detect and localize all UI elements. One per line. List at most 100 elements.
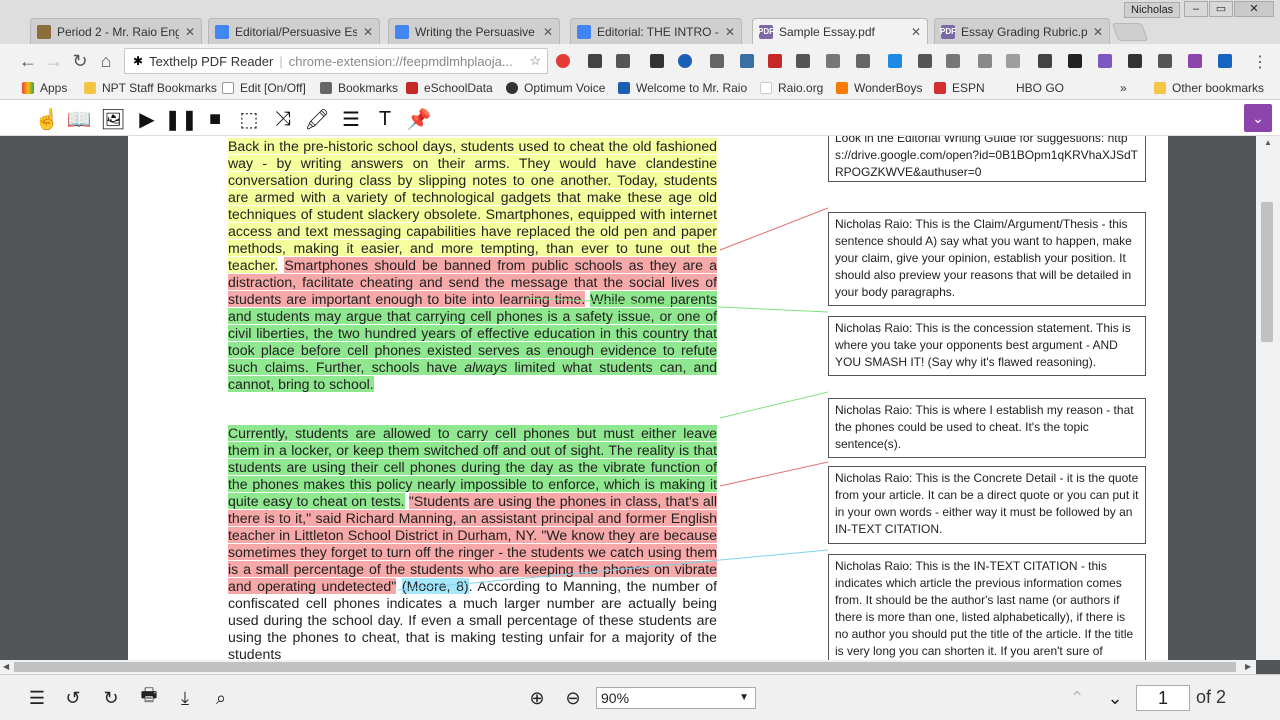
extension-icon[interactable] — [918, 54, 932, 68]
extension-icon[interactable] — [1188, 54, 1202, 68]
bookmark-edit[interactable]: Edit [On/Off] — [222, 81, 306, 95]
comment-topic-sentence[interactable]: Nicholas Raio: This is where I establish… — [828, 398, 1146, 458]
extension-icon[interactable] — [946, 54, 960, 68]
back-button[interactable]: ← — [18, 52, 38, 72]
stop-icon[interactable]: ■ — [204, 108, 226, 130]
home-button[interactable]: ⌂ — [96, 52, 116, 72]
download-icon[interactable]: ⤓ — [174, 687, 196, 709]
comment-concession[interactable]: Nicholas Raio: This is the concession st… — [828, 316, 1146, 376]
outline-icon[interactable]: ☰ — [26, 687, 48, 709]
play-icon[interactable]: ▶ — [136, 108, 158, 131]
address-bar[interactable]: ✱ Texthelp PDF Reader | chrome-extension… — [124, 48, 548, 74]
pdf-viewer[interactable]: Back in the pre-historic school days, st… — [0, 136, 1256, 660]
bookmark-apps[interactable]: Apps — [22, 81, 67, 95]
tab-editorial-intro[interactable]: Editorial: THE INTRO - Go ✕ — [570, 18, 742, 44]
menu-icon[interactable]: ⋮ — [1252, 52, 1268, 72]
picture-dictionary-icon[interactable]: 🖼 — [100, 108, 125, 131]
esd-icon — [406, 82, 418, 94]
rocket-extension-icon[interactable] — [616, 54, 630, 68]
k-extension-icon[interactable] — [678, 54, 692, 68]
bookmark-hbo-go[interactable]: HBO GO — [1016, 81, 1064, 95]
zoom-select[interactable]: 90% ▼ — [596, 687, 756, 709]
extension-icon[interactable] — [1158, 54, 1172, 68]
highlighter-icon[interactable]: 🖍 — [304, 108, 329, 131]
bookmark-optimum-voice[interactable]: Optimum Voice — [506, 81, 605, 95]
comment-citation[interactable]: Nicholas Raio: This is the IN-TEXT CITAT… — [828, 554, 1146, 660]
previous-page-icon[interactable]: ⌃ — [1066, 687, 1088, 709]
minimize-button[interactable]: – — [1184, 1, 1208, 17]
close-icon[interactable]: ✕ — [543, 25, 553, 39]
tab-period-2[interactable]: Period 2 - Mr. Raio English ✕ — [30, 18, 202, 44]
extension-icon[interactable] — [1128, 54, 1142, 68]
extension-icon[interactable] — [1218, 54, 1232, 68]
horizontal-scroll-thumb[interactable] — [14, 662, 1236, 672]
bookmark-espn[interactable]: ESPN — [934, 81, 985, 95]
extension-icon[interactable] — [650, 54, 664, 68]
opera-extension-icon[interactable] — [556, 54, 570, 68]
bookmark-eschooldata[interactable]: eSchoolData — [406, 81, 493, 95]
rotate-left-icon[interactable]: ↺ — [62, 687, 84, 709]
zoom-in-icon[interactable]: ⊕ — [526, 687, 548, 709]
dictionary-icon[interactable]: 📖 — [67, 108, 92, 131]
scroll-right-icon[interactable]: ▶ — [1245, 662, 1251, 671]
hover-speech-icon[interactable]: ☝ — [35, 108, 60, 131]
comment-guide[interactable]: Look in the Editorial Writing Guide for … — [828, 136, 1146, 182]
close-icon[interactable]: ✕ — [363, 25, 373, 39]
extension-icon[interactable] — [1038, 54, 1052, 68]
extension-icon[interactable] — [796, 54, 810, 68]
page-number-input[interactable]: 1 — [1136, 685, 1190, 711]
rotate-right-icon[interactable]: ↻ — [100, 687, 122, 709]
bookmark-welcome-raio[interactable]: Welcome to Mr. Raio — [618, 81, 747, 95]
extension-icon[interactable] — [710, 54, 724, 68]
profile-button[interactable]: Nicholas — [1124, 2, 1181, 18]
extension-icon[interactable] — [588, 54, 602, 68]
extension-icon[interactable] — [1068, 54, 1082, 68]
comment-thesis[interactable]: Nicholas Raio: This is the Claim/Argumen… — [828, 212, 1146, 306]
star-icon[interactable]: ☆ — [529, 53, 541, 69]
tab-grading-rubric[interactable]: PDF Essay Grading Rubric.pdf ✕ — [934, 18, 1110, 44]
bookmark-other[interactable]: Other bookmarks — [1154, 81, 1264, 95]
horizontal-scrollbar[interactable]: ◀ ▶ — [0, 660, 1256, 674]
bookmark-raio-org[interactable]: Raio.org — [760, 81, 823, 95]
scroll-up-icon[interactable]: ▲ — [1264, 138, 1272, 147]
extension-icon[interactable] — [740, 54, 754, 68]
next-page-icon[interactable]: ⌄ — [1104, 687, 1126, 709]
close-icon[interactable]: ✕ — [725, 25, 735, 39]
extension-icon[interactable] — [856, 54, 870, 68]
tab-editorial-persuasive[interactable]: Editorial/Persuasive Essay ✕ — [208, 18, 380, 44]
text-icon[interactable]: T — [374, 108, 396, 130]
tab-sample-essay[interactable]: PDF Sample Essay.pdf ✕ — [752, 18, 928, 44]
pin-icon[interactable]: 📌 — [407, 108, 432, 131]
zoom-out-icon[interactable]: ⊖ — [562, 687, 584, 709]
camera-extension-icon[interactable] — [978, 54, 992, 68]
forward-button[interactable]: → — [44, 52, 64, 72]
bookmark-wonderboys[interactable]: WonderBoys — [836, 81, 922, 95]
extension-icon[interactable] — [888, 54, 902, 68]
close-icon[interactable]: ✕ — [1093, 25, 1103, 39]
close-icon[interactable]: ✕ — [185, 25, 195, 39]
bookmark-bookmarks[interactable]: Bookmarks — [320, 81, 398, 95]
extension-icon[interactable] — [768, 54, 782, 68]
list-icon[interactable]: ☰ — [340, 108, 362, 131]
shuffle-icon[interactable]: ⤨ — [272, 108, 294, 130]
reload-button[interactable]: ↻ — [70, 52, 90, 72]
texthelp-collapse-button[interactable]: ⌄ — [1244, 104, 1272, 132]
window-close-button[interactable]: ✕ — [1234, 1, 1274, 17]
screenshot-reader-icon[interactable]: ⬚ — [238, 108, 260, 131]
bookmarks-overflow-button[interactable]: » — [1120, 81, 1127, 95]
search-icon[interactable]: ⌕ — [210, 687, 232, 709]
extension-icon[interactable] — [1098, 54, 1112, 68]
new-tab-button[interactable] — [1111, 23, 1149, 41]
comment-concrete-detail[interactable]: Nicholas Raio: This is the Concrete Deta… — [828, 466, 1146, 544]
vertical-scroll-thumb[interactable] — [1261, 202, 1273, 342]
vertical-scrollbar[interactable]: ▲ — [1256, 136, 1280, 660]
print-icon[interactable]: 🖶 — [138, 685, 160, 709]
scroll-left-icon[interactable]: ◀ — [3, 662, 9, 671]
maximize-button[interactable]: ▭ — [1209, 1, 1233, 17]
close-icon[interactable]: ✕ — [911, 25, 921, 39]
bookmark-npt-staff[interactable]: NPT Staff Bookmarks — [84, 81, 217, 95]
tab-writing-persuasive[interactable]: Writing the Persuasive Essay ✕ — [388, 18, 560, 44]
extension-icon[interactable] — [1006, 54, 1020, 68]
extension-icon[interactable] — [826, 54, 840, 68]
pause-icon[interactable]: ❚❚ — [164, 108, 198, 131]
